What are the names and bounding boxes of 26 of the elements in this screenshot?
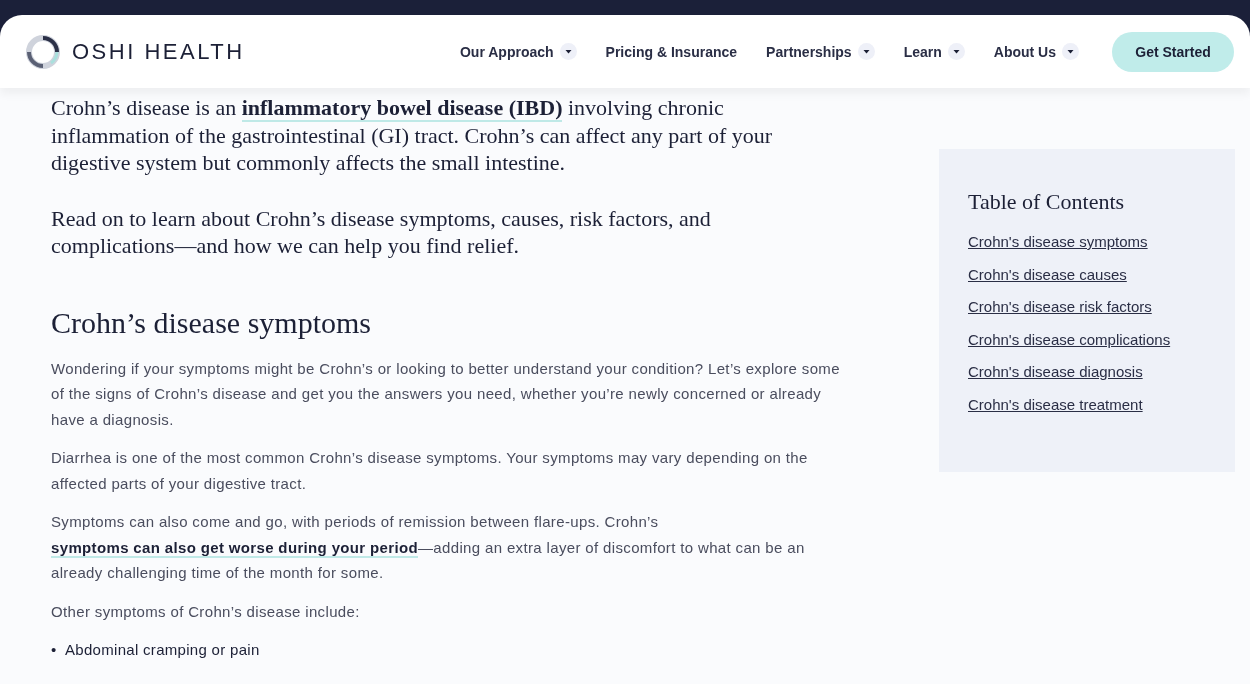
intro-paragraph: Read on to learn about Crohn’s disease symptoms, causes, risk factors, and complications—and how we can help you find relief. [51, 204, 712, 260]
nav-link[interactable]: Learn [903, 43, 965, 60]
nav-link[interactable]: About Us [993, 43, 1079, 60]
nav-link[interactable]: Our Approach [459, 43, 577, 60]
text-link[interactable]: symptoms can also get worse during your period [51, 538, 418, 558]
body-paragraph: Wondering if your symptoms might be Crohn’s or looking to better understand your condition? Let’s explore some of the signs of Crohn’s disease and get you the answers you need, whether you’re newly concerned or already have a diagnosis. [51, 358, 841, 430]
toc-title: Table of Contents [968, 189, 1126, 215]
brand-name: OSHI HEALTH [72, 38, 245, 65]
bullet-marker: • [51, 640, 57, 660]
body-paragraph: Diarrhea is one of the most common Crohn’s disease symptoms. Your symptoms may vary depending on the affected parts of your digestive tract. [51, 448, 809, 494]
toc-link[interactable]: Crohn's disease causes [968, 265, 1127, 283]
body-paragraph: Other symptoms of Crohn’s disease include: [51, 601, 361, 622]
text-link[interactable]: inflammatory bowel disease (IBD) [241, 95, 563, 122]
body-paragraph: Symptoms can also come and go, with periods of remission between flare-ups. Crohn’s symptoms can also get worse during your period—adding an extra layer of discomfort to what can be an already challenging time of the month for some. [51, 512, 806, 583]
intro-paragraph: Crohn’s disease is an inflammatory bowel disease (IBD) involving chronic inflammation of the gastrointestinal (GI) tract. Crohn’s can affect any part of your digestive system but commonly affects the small intestine. [51, 94, 774, 177]
nav-link[interactable]: Pricing & Insurance [605, 43, 738, 60]
get-started-button[interactable]: Get Started [1112, 31, 1234, 72]
toc-link[interactable]: Crohn's disease symptoms [968, 233, 1148, 250]
bullet-item: Abdominal cramping or pain [65, 640, 260, 660]
toc-link[interactable]: Crohn's disease treatment [968, 395, 1143, 413]
toc-link[interactable]: Crohn's disease risk factors [968, 298, 1152, 315]
toc-link[interactable]: Crohn's disease complications [968, 330, 1171, 348]
toc-link[interactable]: Crohn's disease diagnosis [968, 363, 1143, 380]
section-heading: Crohn’s disease symptoms [51, 305, 372, 340]
logo-icon [24, 32, 62, 71]
nav-link[interactable]: Partnerships [766, 43, 875, 60]
